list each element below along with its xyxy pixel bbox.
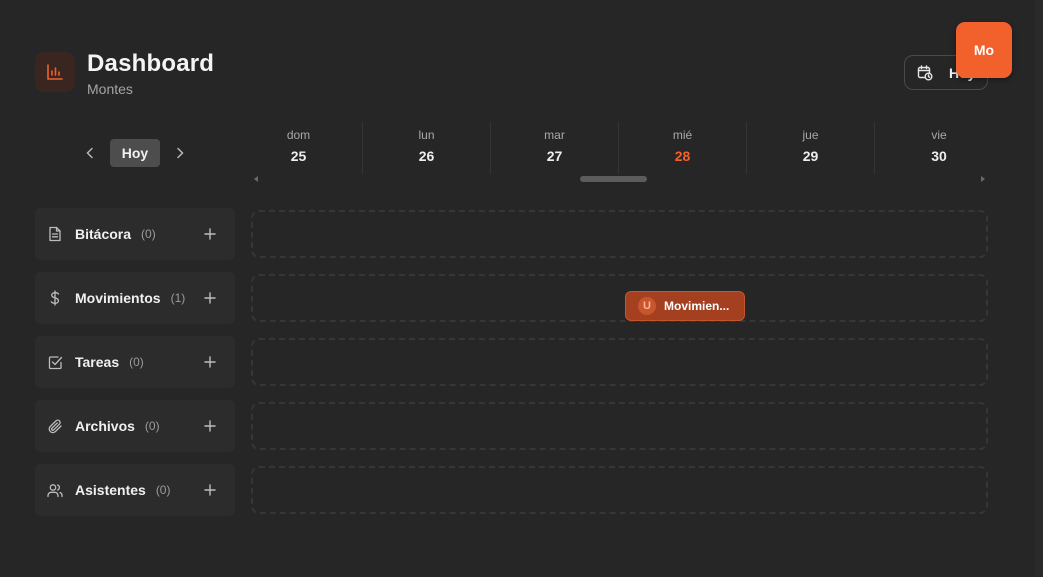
add-asistente-button[interactable]	[201, 481, 219, 499]
day-number: 28	[674, 148, 691, 164]
row-title: Asistentes	[75, 482, 146, 498]
day-column-header[interactable]: vie 30	[875, 122, 1003, 174]
day-name: mié	[672, 128, 693, 142]
event-label: Movimien...	[664, 299, 730, 313]
row-count: (0)	[141, 227, 156, 241]
calendar-clock-icon	[917, 64, 933, 81]
row-count: (1)	[170, 291, 186, 305]
vertical-scrollbar[interactable]	[1035, 0, 1043, 577]
day-column-header[interactable]: dom 25	[235, 122, 363, 174]
plus-icon	[204, 484, 216, 496]
row-title: Bitácora	[75, 226, 132, 242]
movimiento-event-chip[interactable]: U Movimien...	[625, 291, 745, 321]
chart-icon	[35, 52, 75, 92]
row-label-bitacora: Bitácora (0)	[35, 208, 235, 260]
day-number: 30	[931, 148, 947, 164]
dashboard-page: Dashboard Montes Hoy Mo Hoy dom 25	[0, 0, 1043, 577]
day-name: lun	[418, 128, 435, 142]
scroll-right-arrow[interactable]	[981, 176, 985, 182]
day-column-header[interactable]: lun 26	[363, 122, 491, 174]
add-archivo-button[interactable]	[201, 417, 219, 435]
row-count: (0)	[144, 419, 160, 433]
bitacora-track[interactable]	[251, 210, 988, 258]
event-user-badge: U	[638, 297, 656, 315]
day-name: mar	[544, 128, 565, 142]
row-label-tareas: Tareas (0)	[35, 336, 235, 388]
document-icon	[47, 226, 63, 242]
day-name: vie	[931, 128, 947, 142]
nav-today-button[interactable]: Hoy	[110, 139, 160, 167]
day-number: 26	[418, 148, 435, 164]
dollar-icon	[47, 290, 63, 306]
row-title: Tareas	[75, 354, 120, 370]
row-label-movimientos: Movimientos (1)	[35, 272, 235, 324]
horizontal-scrollbar-thumb[interactable]	[580, 176, 647, 182]
plus-icon	[204, 228, 216, 240]
row-count: (0)	[129, 355, 144, 369]
add-movimiento-button[interactable]	[201, 289, 219, 307]
row-title: Archivos	[75, 418, 135, 434]
day-header: dom 25 lun 26 mar 27 mié 28 jue 29 vie 3…	[235, 122, 1003, 174]
add-tarea-button[interactable]	[201, 353, 219, 371]
row-title: Movimientos	[75, 290, 161, 306]
day-name: jue	[802, 128, 819, 142]
row-label-archivos: Archivos (0)	[35, 400, 235, 452]
row-label-asistentes: Asistentes (0)	[35, 464, 235, 516]
day-number: 29	[802, 148, 819, 164]
user-avatar[interactable]: Mo	[956, 22, 1012, 78]
archivos-track[interactable]	[251, 402, 988, 450]
day-number: 27	[546, 148, 563, 164]
checkbox-icon	[47, 354, 63, 370]
add-bitacora-button[interactable]	[201, 225, 219, 243]
row-count: (0)	[155, 483, 171, 497]
page-title: Dashboard	[87, 50, 215, 77]
page-subtitle: Montes	[87, 81, 133, 97]
users-icon	[47, 482, 63, 498]
scroll-left-arrow[interactable]	[254, 176, 258, 182]
day-name: dom	[286, 128, 311, 142]
tareas-track[interactable]	[251, 338, 988, 386]
plus-icon	[204, 356, 216, 368]
plus-icon	[204, 292, 216, 304]
plus-icon	[204, 420, 216, 432]
day-column-header[interactable]: mar 27	[491, 122, 619, 174]
prev-week-button[interactable]	[78, 140, 102, 166]
asistentes-track[interactable]	[251, 466, 988, 514]
next-week-button[interactable]	[168, 140, 192, 166]
day-number: 25	[290, 148, 307, 164]
paperclip-icon	[47, 418, 63, 434]
movimientos-track[interactable]	[251, 274, 988, 322]
day-column-header-today[interactable]: mié 28	[619, 122, 747, 174]
day-column-header[interactable]: jue 29	[747, 122, 875, 174]
chevron-right-icon	[175, 147, 185, 159]
chevron-left-icon	[85, 147, 95, 159]
